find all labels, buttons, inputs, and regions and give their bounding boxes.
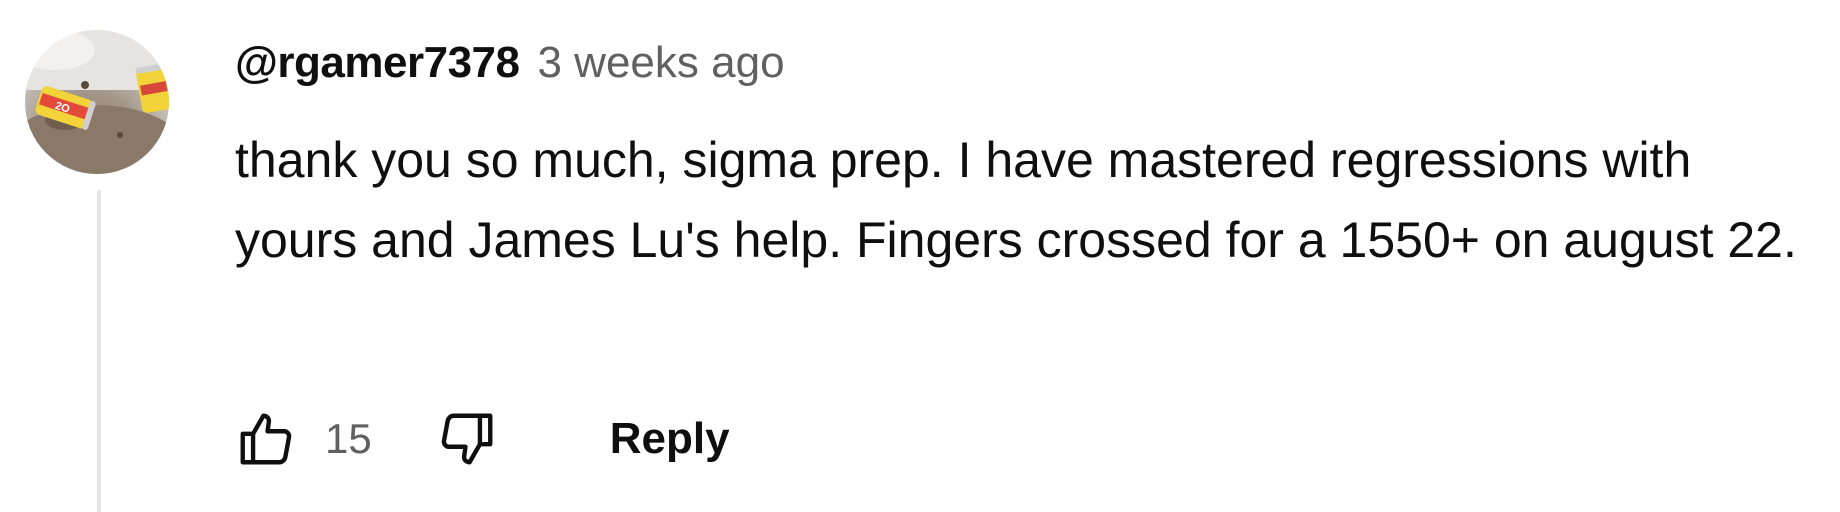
- comment-actions: 15 Reply: [233, 404, 730, 474]
- reply-button[interactable]: Reply: [610, 414, 730, 464]
- timestamp[interactable]: 3 weeks ago: [537, 38, 784, 88]
- thumbs-up-icon: [240, 413, 292, 465]
- comment-header: @rgamer7378 3 weeks ago: [235, 38, 785, 98]
- thumbs-down-icon: [441, 413, 493, 465]
- like-count: 15: [325, 415, 372, 462]
- thread-line: [97, 190, 101, 512]
- author-name[interactable]: @rgamer7378: [235, 38, 520, 88]
- comment-card: 2O @rgamer7378 3 weeks ago thank you so …: [0, 0, 1840, 512]
- avatar-image: 2O: [25, 30, 169, 174]
- comment-text: thank you so much, sigma prep. I have ma…: [235, 132, 1797, 268]
- dislike-button[interactable]: [434, 406, 500, 472]
- like-button[interactable]: [233, 406, 299, 472]
- avatar[interactable]: 2O: [25, 30, 169, 174]
